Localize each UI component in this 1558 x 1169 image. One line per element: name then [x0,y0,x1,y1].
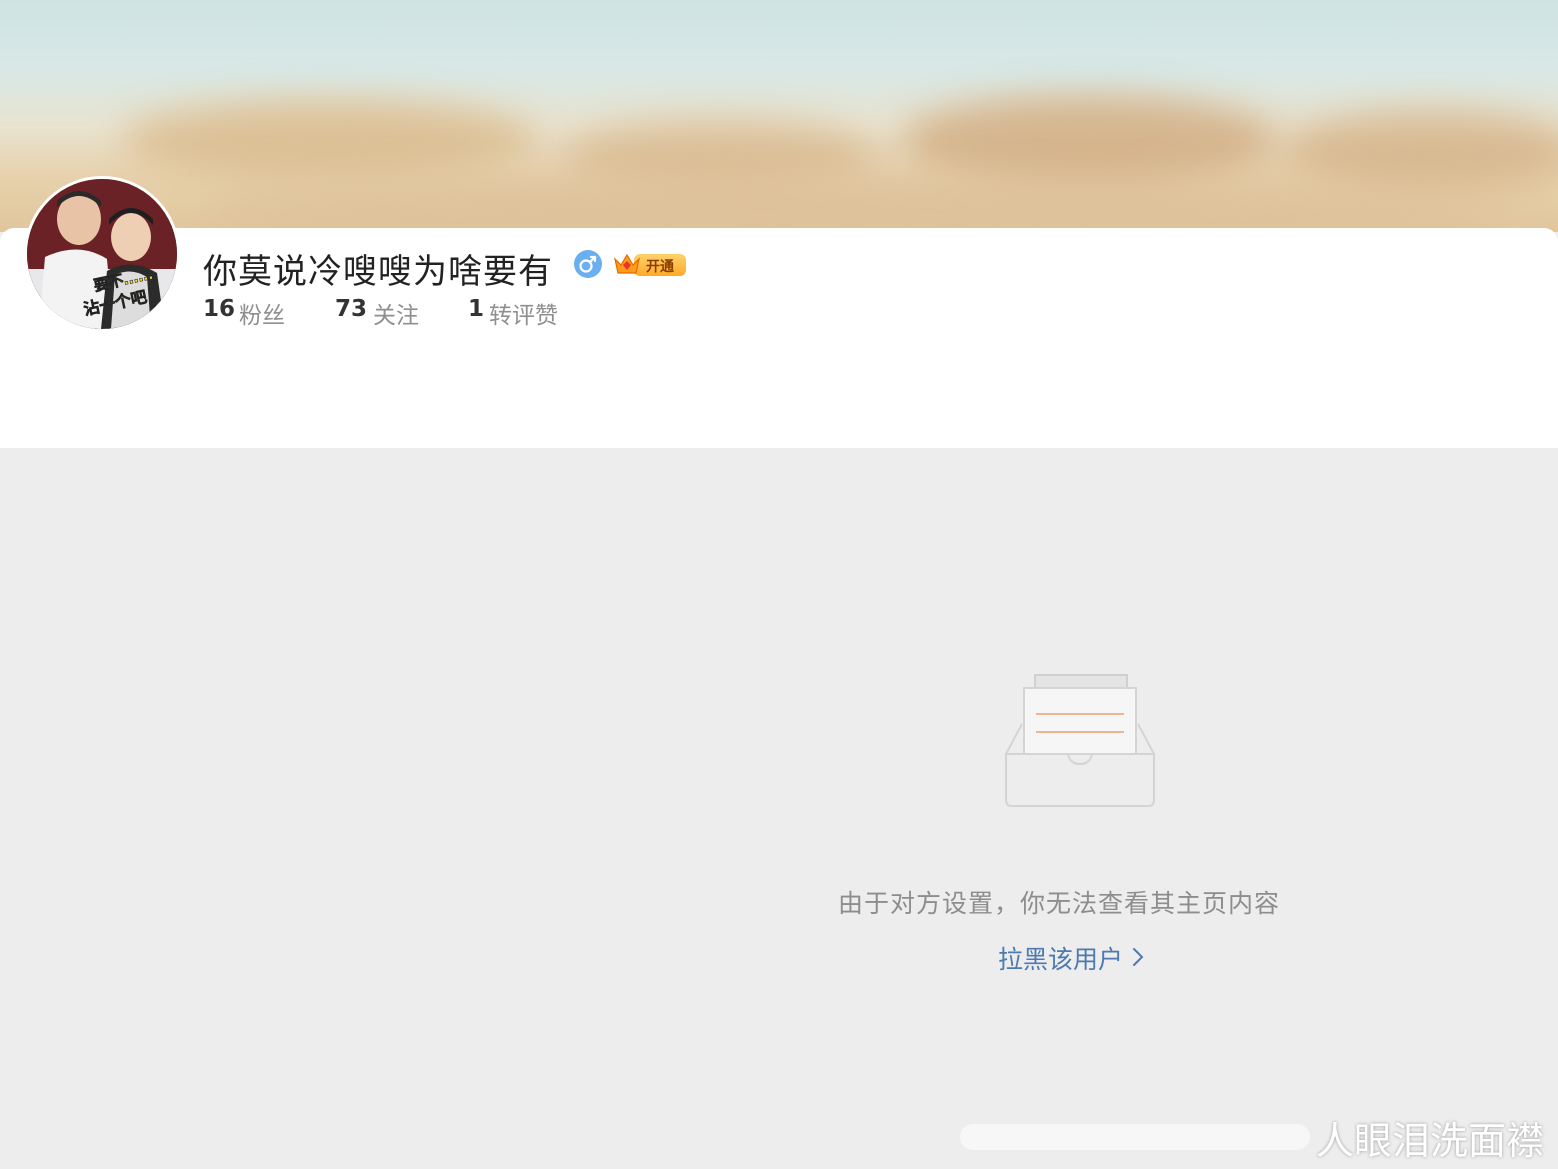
username: 你莫说冷嗖嗖为啥要有 [203,252,553,292]
block-user-label: 拉黑该用户 [998,945,1124,974]
vip-open-label: 开通 [646,259,674,275]
followers-label[interactable]: 粉丝 [239,296,285,330]
empty-inbox-icon [1000,670,1160,810]
watermark-logo [960,1124,1310,1150]
watermark-text: 人眼泪洗面襟 [1315,1119,1544,1163]
vip-open-button[interactable]: 开通 [612,250,686,278]
chevron-right-icon [1131,945,1145,974]
private-profile-message: 由于对方设置，你无法查看其主页内容 [838,889,1281,918]
cover-image [0,0,1558,232]
followers-count[interactable]: 16 [203,296,235,322]
interactions-count[interactable]: 1 [468,296,484,322]
avatar-image: 要不…… 沾一个吧 [27,179,177,329]
watermark: 人眼泪洗面襟 [956,1106,1558,1163]
avatar[interactable]: 要不…… 沾一个吧 [24,176,180,332]
block-user-link[interactable]: 拉黑该用户 [998,940,1145,976]
interactions-label[interactable]: 转评赞 [489,296,558,330]
following-label[interactable]: 关注 [373,296,419,330]
male-icon [574,250,602,278]
following-count[interactable]: 73 [335,296,367,322]
crown-icon [613,253,641,274]
